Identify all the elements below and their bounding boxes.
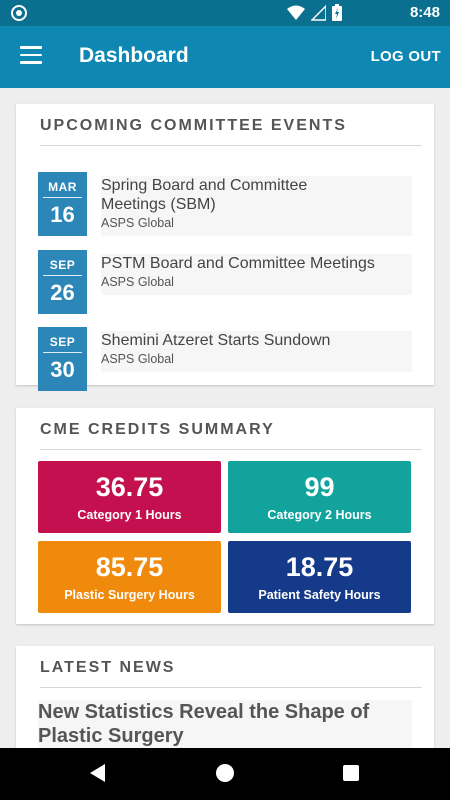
page-title: Dashboard	[79, 44, 189, 67]
logout-button[interactable]: LOG OUT	[371, 48, 441, 65]
cme-tile-label: Category 1 Hours	[77, 508, 182, 522]
cme-tile-value: 99	[304, 472, 335, 502]
news-card: LATEST NEWS New Statistics Reveal the Sh…	[16, 646, 434, 748]
status-bar: 8:48	[0, 0, 450, 26]
cme-heading: CME CREDITS SUMMARY	[40, 408, 422, 450]
event-day: 26	[50, 280, 75, 305]
dashboard-content[interactable]: UPCOMING COMMITTEE EVENTS MAR 16 Spring …	[0, 88, 450, 748]
signal-icon	[311, 4, 326, 21]
event-info: Shemini Atzeret Starts Sundown ASPS Glob…	[101, 331, 412, 372]
home-icon[interactable]	[216, 764, 234, 782]
event-month: MAR	[43, 172, 82, 198]
event-item[interactable]: SEP 26 PSTM Board and Committee Meetings…	[38, 250, 412, 314]
event-day: 30	[50, 357, 75, 382]
event-info: Spring Board and Committee Meetings (SBM…	[101, 176, 412, 236]
back-icon[interactable]	[90, 764, 105, 782]
cme-tile-value: 85.75	[95, 552, 164, 582]
cme-tile-value: 18.75	[285, 552, 354, 582]
wifi-icon	[287, 5, 305, 20]
event-info: PSTM Board and Committee Meetings ASPS G…	[101, 254, 412, 295]
event-title: PSTM Board and Committee Meetings	[101, 255, 375, 272]
cme-tile-patient-safety[interactable]: 18.75 Patient Safety Hours	[228, 541, 411, 613]
news-item-title[interactable]: New Statistics Reveal the Shape of Plast…	[38, 700, 412, 748]
events-card: UPCOMING COMMITTEE EVENTS MAR 16 Spring …	[16, 104, 434, 391]
event-date-badge: MAR 16	[38, 172, 87, 236]
news-title-line1: New Statistics Reveal the Shape of	[38, 701, 370, 723]
hamburger-menu-icon[interactable]	[20, 46, 42, 64]
app-bar: Dashboard LOG OUT	[0, 26, 450, 88]
event-date-badge: SEP 30	[38, 327, 87, 391]
event-day: 16	[50, 202, 75, 227]
cme-tile-plastic-surgery[interactable]: 85.75 Plastic Surgery Hours	[38, 541, 221, 613]
cme-tile-label: Category 2 Hours	[267, 508, 372, 522]
cme-tile-label: Patient Safety Hours	[258, 588, 381, 602]
event-title-line1: Spring Board and Committee	[101, 177, 308, 194]
event-item[interactable]: MAR 16 Spring Board and Committee Meetin…	[38, 172, 412, 236]
event-item[interactable]: SEP 30 Shemini Atzeret Starts Sundown AS…	[38, 327, 412, 391]
status-icons	[287, 4, 342, 21]
event-title: Shemini Atzeret Starts Sundown	[101, 332, 331, 349]
news-heading: LATEST NEWS	[40, 646, 422, 688]
cme-credits-card: CME CREDITS SUMMARY 36.75 Category 1 Hou…	[16, 408, 434, 624]
news-title-line2: Plastic Surgery	[38, 725, 184, 747]
event-organizer: ASPS Global	[101, 216, 174, 230]
events-heading: UPCOMING COMMITTEE EVENTS	[40, 104, 422, 146]
notification-icon	[11, 5, 27, 21]
event-date-badge: SEP 26	[38, 250, 87, 314]
event-month: SEP	[43, 250, 82, 276]
battery-icon	[332, 4, 342, 21]
cme-tile-category-2[interactable]: 99 Category 2 Hours	[228, 461, 411, 533]
system-nav-bar	[0, 748, 450, 800]
event-title-line2: Meetings (SBM)	[101, 196, 216, 213]
cme-tile-category-1[interactable]: 36.75 Category 1 Hours	[38, 461, 221, 533]
clock: 8:48	[409, 4, 440, 21]
cme-tile-label: Plastic Surgery Hours	[64, 588, 195, 602]
recent-apps-icon[interactable]	[343, 765, 359, 781]
event-organizer: ASPS Global	[101, 275, 174, 289]
event-month: SEP	[43, 327, 82, 353]
cme-tile-value: 36.75	[95, 472, 164, 502]
event-title: Spring Board and Committee Meetings (SBM…	[101, 176, 412, 214]
event-organizer: ASPS Global	[101, 352, 174, 366]
